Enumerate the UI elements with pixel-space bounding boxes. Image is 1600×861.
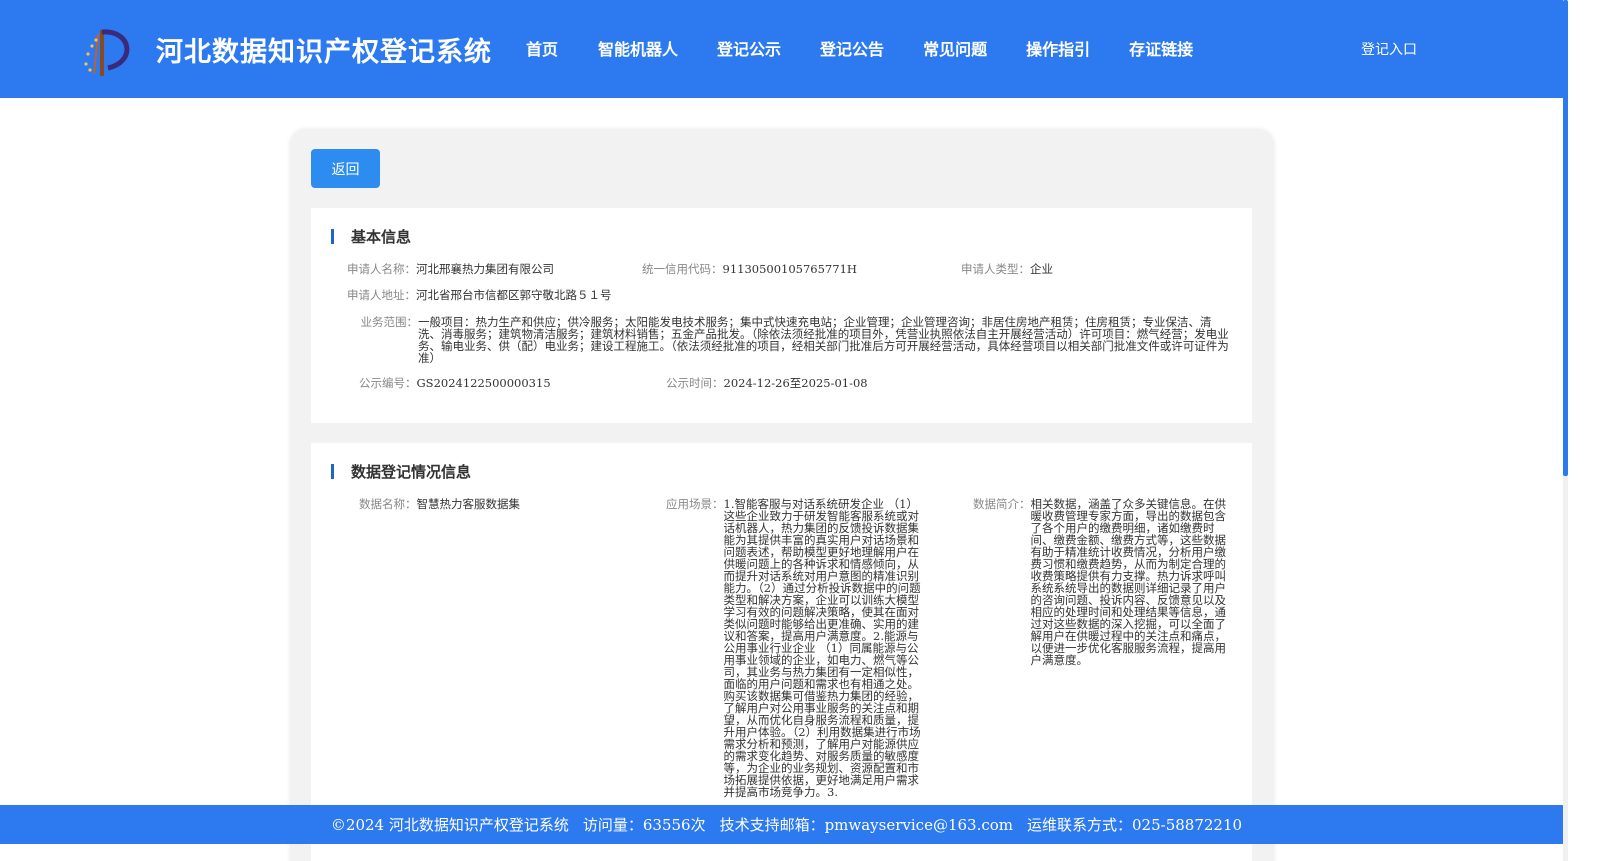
nav-registration-publicity[interactable]: 登记公示 bbox=[717, 36, 781, 60]
scrollbar-thumb[interactable] bbox=[1563, 0, 1568, 476]
nav-operation-guide[interactable]: 操作指引 bbox=[1026, 36, 1090, 60]
applicant-name-value: 河北邢襄热力集团有限公司 bbox=[416, 262, 554, 276]
nav-registration-announcement[interactable]: 登记公告 bbox=[820, 36, 884, 60]
business-scope-field: 业务范围： 一般项目：热力生产和供应；供冷服务；太阳能发电技术服务；集中式快速充… bbox=[347, 316, 1232, 364]
data-intro-value: 相关数据，涵盖了众多关键信息。在供暖收费管理专家方面，导出的数据包含了各个用户的… bbox=[1030, 497, 1227, 667]
application-scenario-label: 应用场景： bbox=[666, 497, 724, 511]
notice-time-value: 2024-12-26至2025-01-08 bbox=[723, 376, 868, 390]
nav-faq[interactable]: 常见问题 bbox=[923, 36, 987, 60]
data-intro-label: 数据简介： bbox=[973, 497, 1031, 511]
page-scrollbar[interactable] bbox=[1563, 0, 1568, 861]
business-scope-label: 业务范围： bbox=[360, 315, 419, 329]
footer-contact: 运维联系方式：025-58872210 bbox=[1027, 816, 1243, 834]
site-title: 河北数据知识产权登记系统 bbox=[156, 37, 492, 68]
data-intro-field: 数据简介： 相关数据，涵盖了众多关键信息。在供暖收费管理专家方面，导出的数据包含… bbox=[973, 498, 1231, 666]
main-nav: 首页 智能机器人 登记公示 登记公告 常见问题 操作指引 存证链接 bbox=[526, 36, 1193, 60]
nav-evidence-link[interactable]: 存证链接 bbox=[1129, 36, 1193, 60]
nav-ai-robot[interactable]: 智能机器人 bbox=[598, 36, 678, 60]
applicant-type-value: 企业 bbox=[1030, 262, 1053, 276]
applicant-name-label: 申请人名称： bbox=[347, 262, 416, 276]
applicant-type-label: 申请人类型： bbox=[961, 262, 1030, 276]
footer-visit-count: 访问量：63556次 bbox=[582, 816, 706, 834]
credit-code-label: 统一信用代码： bbox=[642, 262, 723, 276]
application-scenario-value: 1.智能客服与对话系统研发企业 （1）这些企业致力于研发智能客服系统或对话机器人… bbox=[723, 497, 921, 799]
back-button[interactable]: 返回 bbox=[311, 149, 380, 188]
credit-code-field: 统一信用代码： 91130500105765771H bbox=[642, 263, 857, 275]
login-entry-link[interactable]: 登记入口 bbox=[1361, 39, 1417, 59]
business-scope-value: 一般项目：热力生产和供应；供冷服务；太阳能发电技术服务；集中式快速充电站；企业管… bbox=[418, 315, 1229, 365]
applicant-address-label: 申请人地址： bbox=[347, 288, 416, 302]
footer-copyright: ©2024 河北数据知识产权登记系统 bbox=[330, 816, 569, 834]
applicant-address-value: 河北省邢台市信都区郭守敬北路５１号 bbox=[416, 288, 612, 302]
application-scenario-field: 应用场景： 1.智能客服与对话系统研发企业 （1）这些企业致力于研发智能客服系统… bbox=[666, 498, 924, 798]
basic-info-title: 基本信息 bbox=[331, 226, 411, 247]
notice-number-value: GS2024122500000315 bbox=[416, 376, 551, 390]
footer-support-email: 技术支持邮箱：pmwayservice@163.com bbox=[719, 816, 1014, 834]
emblem-logo-icon bbox=[84, 29, 130, 76]
notice-number-field: 公示编号： GS2024122500000315 bbox=[359, 377, 551, 389]
notice-time-field: 公示时间： 2024-12-26至2025-01-08 bbox=[666, 377, 868, 389]
data-registration-title: 数据登记情况信息 bbox=[331, 461, 471, 482]
basic-info-panel: 基本信息 申请人名称： 河北邢襄热力集团有限公司 统一信用代码： 9113050… bbox=[311, 208, 1252, 423]
top-header: 河北数据知识产权登记系统 首页 智能机器人 登记公示 登记公告 常见问题 操作指… bbox=[0, 0, 1563, 98]
data-name-value: 智慧热力客服数据集 bbox=[416, 497, 521, 511]
detail-card: 返回 基本信息 申请人名称： 河北邢襄热力集团有限公司 统一信用代码： 9113… bbox=[291, 129, 1273, 861]
applicant-type-field: 申请人类型： 企业 bbox=[961, 263, 1053, 275]
data-name-field: 数据名称： 智慧热力客服数据集 bbox=[359, 498, 520, 510]
nav-home[interactable]: 首页 bbox=[526, 36, 558, 60]
credit-code-value: 91130500105765771H bbox=[722, 262, 857, 276]
applicant-address-field: 申请人地址： 河北省邢台市信都区郭守敬北路５１号 bbox=[347, 289, 612, 301]
notice-number-label: 公示编号： bbox=[359, 376, 417, 390]
applicant-name-field: 申请人名称： 河北邢襄热力集团有限公司 bbox=[347, 263, 554, 275]
notice-time-label: 公示时间： bbox=[666, 376, 724, 390]
data-name-label: 数据名称： bbox=[359, 497, 417, 511]
data-registration-panel: 数据登记情况信息 数据名称： 智慧热力客服数据集 应用场景： 1.智能客服与对话… bbox=[311, 443, 1252, 861]
footer-bar: ©2024 河北数据知识产权登记系统 访问量：63556次 技术支持邮箱：pmw… bbox=[0, 805, 1563, 844]
